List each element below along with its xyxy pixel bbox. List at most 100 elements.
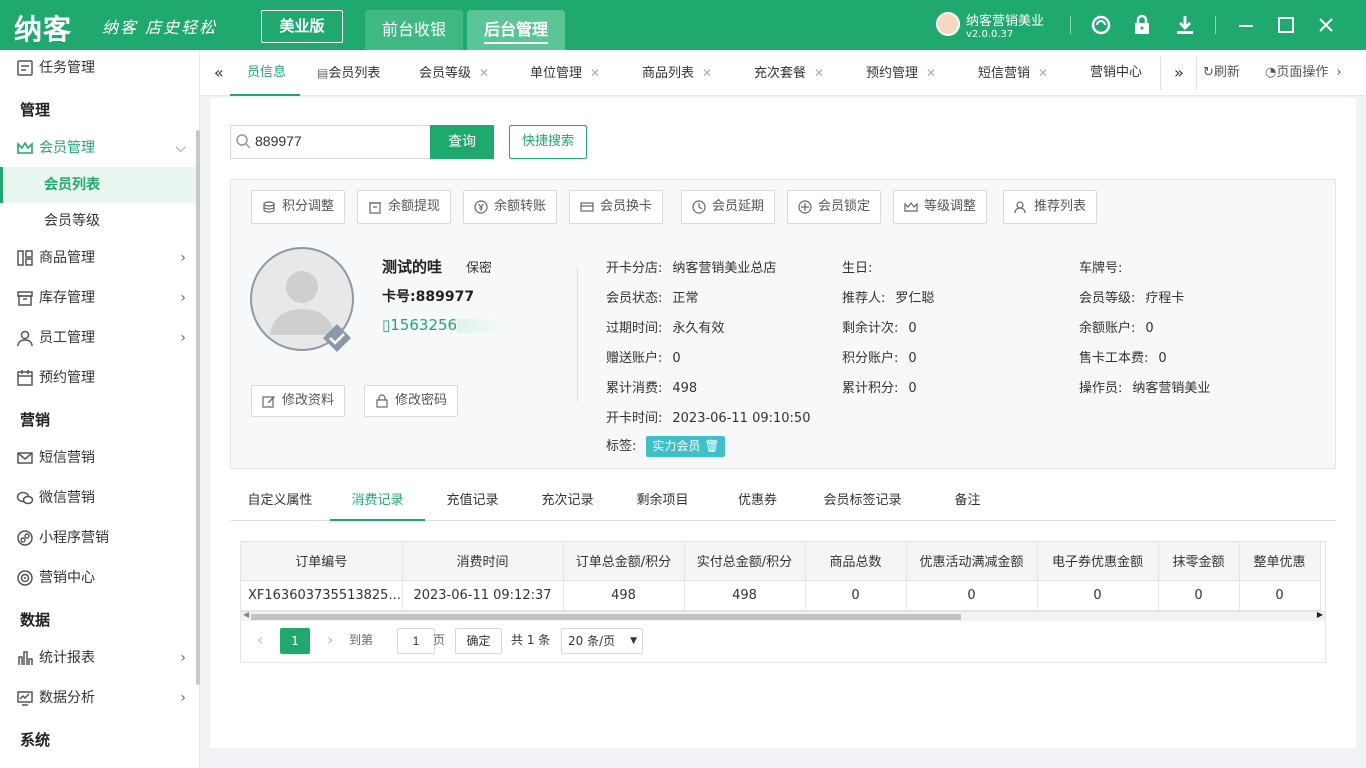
- lock-icon[interactable]: [1130, 13, 1154, 37]
- referral-list-button[interactable]: 推荐列表: [1003, 190, 1098, 224]
- member-phone: ▯1563256: [382, 316, 502, 334]
- balance-withdraw-button[interactable]: 余额提现: [357, 190, 452, 224]
- close-icon[interactable]: ✕: [702, 66, 712, 80]
- close-icon[interactable]: ✕: [590, 66, 600, 80]
- tab-remaining-items[interactable]: 剩余项目: [615, 487, 710, 521]
- confirm-page-button[interactable]: 确定: [455, 628, 502, 654]
- sidebar-section-system: 系统: [20, 731, 51, 749]
- close-icon[interactable]: [1314, 13, 1338, 37]
- download-icon[interactable]: [1173, 13, 1197, 37]
- edit-profile-button[interactable]: 修改资料: [251, 385, 346, 417]
- tab-times-records[interactable]: 充次记录: [520, 487, 615, 521]
- tab-booking[interactable]: 预约管理 ✕: [866, 50, 936, 96]
- scroll-left-icon[interactable]: ◀: [243, 610, 249, 619]
- sidebar-item-task[interactable]: 任务管理: [0, 48, 196, 88]
- sidebar-item-marketing-center[interactable]: 营销中心: [0, 558, 196, 598]
- column-header[interactable]: 实付总金额/积分: [684, 542, 806, 581]
- tab-member-list[interactable]: ▤会员列表: [317, 50, 380, 96]
- support-icon[interactable]: [1089, 13, 1113, 37]
- scrollbar-thumb[interactable]: [251, 614, 961, 620]
- sidebar-item-goods[interactable]: 商品管理 ›: [0, 238, 196, 278]
- tab-tag-records[interactable]: 会员标签记录: [805, 487, 920, 521]
- tag-label: 实力会员: [652, 439, 701, 453]
- change-password-button[interactable]: 修改密码: [364, 385, 459, 417]
- tab-times-package[interactable]: 充次套餐 ✕: [754, 50, 824, 96]
- sidebar-scrollbar[interactable]: [196, 130, 200, 685]
- sidebar-item-reports[interactable]: 统计报表 ›: [0, 638, 196, 678]
- sidebar-item-booking[interactable]: 预约管理: [0, 358, 196, 398]
- page-size-select[interactable]: 20 条/页 ▼: [561, 628, 643, 654]
- points-adjust-button[interactable]: 积分调整: [251, 190, 346, 224]
- card-number: 889977: [415, 289, 475, 305]
- column-header[interactable]: 订单总金额/积分: [563, 542, 685, 581]
- sidebar-item-analysis[interactable]: 数据分析 ›: [0, 678, 196, 718]
- column-header[interactable]: 整单优惠: [1239, 542, 1321, 581]
- sidebar-item-staff[interactable]: 员工管理 ›: [0, 318, 196, 358]
- tab-label: 后台管理: [483, 20, 548, 44]
- analysis-icon: [17, 691, 33, 706]
- extend-member-button[interactable]: 会员延期: [681, 190, 776, 224]
- tab-sms[interactable]: 短信营销 ✕: [978, 50, 1048, 96]
- page-1-button[interactable]: 1: [280, 628, 310, 654]
- lock-member-button[interactable]: 会员锁定: [787, 190, 882, 224]
- card-label: 卡号:: [382, 289, 416, 305]
- tab-custom-attrs[interactable]: 自定义属性: [230, 487, 330, 521]
- chart-icon: [18, 651, 33, 665]
- maximize-icon[interactable]: [1274, 13, 1298, 37]
- tab-goods-list[interactable]: 商品列表 ✕: [642, 50, 712, 96]
- action-label: 会员换卡: [600, 199, 653, 214]
- tab-notes[interactable]: 备注: [920, 487, 1015, 521]
- member-tag[interactable]: 实力会员 🗑: [646, 436, 726, 457]
- quick-search-button[interactable]: 快捷搜索: [509, 125, 587, 159]
- tab-recharge-records[interactable]: 充值记录: [425, 487, 520, 521]
- search-input[interactable]: [255, 126, 425, 156]
- column-header[interactable]: 商品总数: [805, 542, 907, 581]
- close-icon[interactable]: ✕: [926, 66, 936, 80]
- edition-button[interactable]: 美业版: [261, 10, 343, 43]
- tab-back-office[interactable]: 后台管理: [467, 10, 565, 50]
- sidebar-item-member[interactable]: 会员管理 ⌵: [0, 128, 196, 168]
- prev-page-button[interactable]: ‹: [257, 628, 263, 654]
- trash-icon[interactable]: 🗑: [704, 439, 719, 453]
- sidebar-item-wechat[interactable]: 微信营销: [0, 478, 196, 518]
- search-field[interactable]: [230, 125, 430, 159]
- sidebar-subitem-member-list[interactable]: 会员列表: [0, 167, 196, 203]
- tabs-prev-button[interactable]: «: [214, 50, 224, 96]
- tabs-next-button[interactable]: »: [1174, 50, 1184, 96]
- close-icon[interactable]: ✕: [1038, 66, 1048, 80]
- sidebar-subitem-member-level[interactable]: 会员等级: [0, 203, 196, 239]
- column-header[interactable]: 优惠活动满减金额: [906, 542, 1038, 581]
- balance-transfer-button[interactable]: 余额转账: [463, 190, 558, 224]
- close-icon[interactable]: ✕: [814, 66, 824, 80]
- tab-front-cashier[interactable]: 前台收银: [365, 10, 463, 50]
- tab-member-info[interactable]: 员信息: [230, 50, 300, 96]
- close-icon[interactable]: ✕: [479, 66, 489, 80]
- query-button[interactable]: 查询: [430, 125, 494, 159]
- tab-unit-manage[interactable]: 单位管理 ✕: [530, 50, 600, 96]
- user-name[interactable]: 纳客营销美业: [966, 10, 1044, 29]
- tab-marketing-center[interactable]: 营销中心: [1090, 50, 1142, 96]
- scroll-right-icon[interactable]: ▶: [1317, 610, 1323, 619]
- page-ops-button[interactable]: ◔页面操作 ›: [1265, 50, 1342, 96]
- info-value: 0: [908, 321, 917, 336]
- column-header[interactable]: 电子券优惠金额: [1037, 542, 1159, 581]
- column-header[interactable]: 订单编号: [241, 542, 403, 581]
- next-page-button[interactable]: ›: [327, 628, 333, 654]
- tab-consume-records[interactable]: 消费记录: [330, 487, 425, 521]
- sidebar-item-sms[interactable]: 短信营销: [0, 438, 196, 478]
- refresh-button[interactable]: ↻刷新: [1203, 50, 1240, 96]
- minimize-icon[interactable]: [1234, 13, 1258, 37]
- column-header[interactable]: 消费时间: [402, 542, 564, 581]
- edit-icon: [262, 396, 275, 408]
- page-number-input[interactable]: [397, 628, 435, 654]
- sidebar-item-inventory[interactable]: 库存管理 ›: [0, 278, 196, 318]
- user-avatar[interactable]: [936, 12, 960, 36]
- column-header[interactable]: 抹零金额: [1158, 542, 1240, 581]
- level-adjust-button[interactable]: 等级调整: [893, 190, 988, 224]
- tab-coupons[interactable]: 优惠券: [710, 487, 805, 521]
- change-card-button[interactable]: 会员换卡: [569, 190, 664, 224]
- horizontal-scrollbar[interactable]: ◀ ▶: [241, 610, 1325, 621]
- tab-member-level[interactable]: 会员等级 ✕: [419, 50, 489, 96]
- sidebar-item-miniapp[interactable]: 小程序营销: [0, 518, 196, 558]
- table-row[interactable]: XF163603735513825... 2023-06-11 09:12:37…: [241, 580, 1321, 611]
